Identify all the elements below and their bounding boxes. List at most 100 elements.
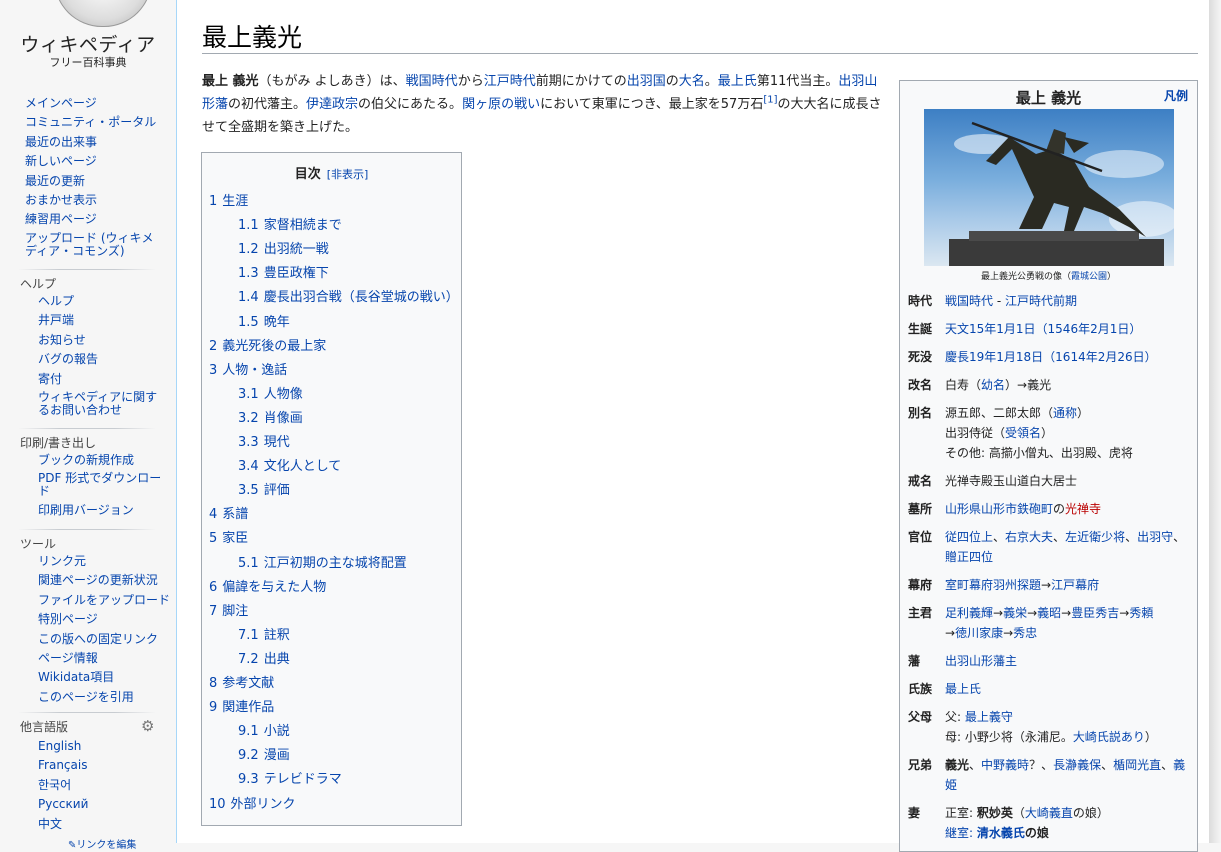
toc-item[interactable]: 1 生涯: [209, 190, 248, 209]
nav-tools: リンク元関連ページの更新状況 ファイルをアップロード 特別ページこの版への固定リンク…: [38, 552, 170, 707]
toc-item[interactable]: 5 家臣: [209, 527, 248, 546]
sidebar-help-item-2[interactable]: お知らせ: [38, 333, 86, 347]
sidebar-item-7[interactable]: アップロード (ウィキメディア・コモンズ): [25, 231, 154, 258]
statue-image[interactable]: [924, 109, 1174, 266]
toc-item[interactable]: 3.3 現代: [238, 431, 290, 450]
toc-item[interactable]: 8 参考文献: [209, 672, 274, 691]
row-lord: 主君 足利義輝→義栄→義昭→豊臣秀吉→秀頼 →徳川家康→秀忠: [908, 606, 1154, 640]
sidebar-print-item-0[interactable]: ブックの新規作成: [38, 453, 134, 467]
toc-title: 目次: [294, 167, 321, 182]
sidebar-help-item-1[interactable]: 井戸端: [38, 313, 74, 327]
link-mogami-clan[interactable]: 最上氏: [718, 74, 757, 89]
toc-item[interactable]: 3.4 文化人として: [238, 455, 341, 474]
gear-icon[interactable]: ⚙: [141, 717, 154, 735]
help-heading[interactable]: ヘルプ: [20, 275, 56, 292]
infobox: 最上 義光 凡例 最上義光公勇戦の像（霞城公園） 時代 戦国時代 - 江戸時代前…: [899, 80, 1198, 852]
toc-item[interactable]: 7.1 註釈: [238, 624, 290, 643]
toc-item[interactable]: 1.5 晩年: [238, 311, 290, 330]
sidebar-lang-item-1[interactable]: Français: [38, 758, 87, 772]
toc-item[interactable]: 7.2 出典: [238, 648, 290, 667]
nav-main: メインページコミュニティ・ポータル 最近の出来事 新しいページ 最近の更新おまかせ表示…: [25, 94, 165, 261]
sidebar-tools-item-5[interactable]: ページ情報: [38, 651, 98, 665]
sidebar-tools-item-2[interactable]: ファイルをアップロード: [38, 593, 170, 607]
sidebar-lang-item-3[interactable]: Русский: [38, 797, 88, 811]
infobox-name: 最上 義光: [1015, 89, 1082, 107]
nav-print: ブックの新規作成 PDF 形式でダウンロード印刷用バージョン: [38, 451, 162, 521]
row-alias: 別名 源五郎、二郎太郎（通称） 出羽侍従（受領名） その他: 高擶小僧丸、出羽殿、虎…: [908, 406, 1133, 460]
sidebar-help-item-3[interactable]: バグの報告: [38, 352, 98, 366]
toc-item[interactable]: 1.1 家督相続まで: [238, 214, 342, 233]
sidebar-help-item-5[interactable]: ウィキペディアに関するお問い合わせ: [38, 390, 157, 417]
toc-item[interactable]: 2 義光死後の最上家: [209, 335, 326, 354]
lang-heading: 他言語版: [20, 720, 69, 734]
link-date-masamune[interactable]: 伊達政宗: [306, 97, 358, 112]
sidebar-item-2[interactable]: 最近の出来事: [25, 135, 97, 149]
toc-item[interactable]: 9.1 小説: [238, 720, 290, 739]
table-of-contents: 目次 [非表示] 1 生涯 1.1 家督相続まで 1.2 出羽統一戦 1.3 豊臣政権下 1.4 慶…: [201, 152, 462, 826]
window-edge: [1209, 0, 1221, 843]
toc-item[interactable]: 4 系譜: [209, 503, 248, 522]
row-rank: 官位 従四位上、右京大夫、左近衛少将、出羽守、 贈正四位: [908, 530, 1186, 564]
legend-link[interactable]: 凡例: [1164, 87, 1188, 104]
wikipedia-logo[interactable]: ウィキペディア フリー百科事典: [18, 0, 158, 72]
link-dewa[interactable]: 出羽国: [627, 74, 666, 89]
sidebar-print-item-1[interactable]: PDF 形式でダウンロード: [38, 471, 161, 498]
sidebar-print-item-2[interactable]: 印刷用バージョン: [38, 503, 134, 517]
sidebar-tools-item-7[interactable]: このページを引用: [38, 690, 134, 704]
logo-title: ウィキペディア: [20, 34, 156, 56]
logo-subtitle: フリー百科事典: [49, 56, 127, 69]
link-sekigahara[interactable]: 関ヶ原の戦い: [462, 97, 540, 112]
nav-langs: English Français 한국어 Русский 中文: [38, 737, 162, 834]
toc-item[interactable]: 3.2 肖像画: [238, 407, 303, 426]
print-heading[interactable]: 印刷/書き出し: [20, 434, 96, 451]
sidebar-item-5[interactable]: おまかせ表示: [25, 193, 97, 207]
link-daimyo[interactable]: 大名: [679, 74, 705, 89]
toc-item[interactable]: 3.5 評価: [238, 479, 290, 498]
sidebar-item-1[interactable]: コミュニティ・ポータル: [25, 115, 156, 129]
nav-help: ヘルプ井戸端お知らせバグの報告寄付ウィキペディアに関するお問い合わせ: [38, 292, 162, 420]
row-wife: 妻 正室: 釈妙英（大崎義直の娘） 継室: 清水義氏の娘: [908, 806, 1109, 840]
ref-1[interactable]: [1]: [763, 95, 777, 106]
row-parents: 父母 父: 最上義守 母: 小野少将（永浦尼。大崎氏説あり）: [908, 710, 1157, 744]
sidebar-item-0[interactable]: メインページ: [25, 96, 97, 110]
toc-item[interactable]: 9 関連作品: [209, 696, 274, 715]
sidebar-tools-item-0[interactable]: リンク元: [38, 554, 86, 568]
toc-item[interactable]: 1.2 出羽統一戦: [238, 238, 329, 257]
toc-item[interactable]: 9.3 テレビドラマ: [238, 768, 342, 787]
toc-item[interactable]: 3 人物・逸話: [209, 359, 287, 378]
sidebar-help-item-4[interactable]: 寄付: [38, 372, 62, 386]
toc-item[interactable]: 6 偏諱を与えた人物: [209, 576, 326, 595]
toc-item[interactable]: 5.1 江戸初期の主な城将配置: [238, 552, 407, 571]
page-title: 最上義光: [202, 23, 303, 52]
horse-statue-icon: [949, 121, 1174, 266]
sidebar-lang-item-0[interactable]: English: [38, 739, 81, 753]
sidebar-item-4[interactable]: 最近の更新: [25, 174, 85, 188]
toc-item[interactable]: 7 脚注: [209, 600, 248, 619]
sidebar-item-6[interactable]: 練習用ページ: [25, 212, 97, 226]
toc-hide-toggle[interactable]: [非表示]: [327, 168, 369, 181]
sidebar-lang-item-2[interactable]: 한국어: [38, 778, 71, 792]
sidebar-tools-item-3[interactable]: 特別ページ: [38, 612, 98, 626]
link-edo[interactable]: 江戸時代: [484, 74, 536, 89]
content: 最上義光 最上 義光（もがみ よしあき）は、戦国時代から江戸時代前期にかけての出…: [176, 0, 1221, 852]
intro-paragraph: 最上 義光（もがみ よしあき）は、戦国時代から江戸時代前期にかけての出羽国の大名…: [202, 74, 882, 135]
globe-icon: [54, 0, 152, 27]
sidebar-tools-item-6[interactable]: Wikidata項目: [38, 670, 114, 684]
link-kajo-park[interactable]: 霞城公園: [1071, 272, 1107, 282]
toc-item[interactable]: 10 外部リンク: [209, 793, 296, 812]
sidebar-tools-item-1[interactable]: 関連ページの更新状況: [38, 573, 158, 587]
toc-item[interactable]: 1.4 慶長出羽合戦（長谷堂城の戦い）: [238, 286, 459, 305]
tools-heading[interactable]: ツール: [20, 535, 56, 552]
sidebar-tools-item-4[interactable]: この版への固定リンク: [38, 632, 158, 646]
sidebar: ウィキペディア フリー百科事典 メインページコミュニティ・ポータル 最近の出来事新…: [0, 0, 176, 851]
link-sengoku[interactable]: 戦国時代: [406, 74, 458, 89]
toc-item[interactable]: 3.1 人物像: [238, 383, 303, 402]
image-caption: 最上義光公勇戦の像（霞城公園）: [980, 272, 1117, 282]
sidebar-item-3[interactable]: 新しいページ: [25, 154, 97, 168]
toc-item[interactable]: 9.2 漫画: [238, 744, 290, 763]
row-siblings: 兄弟 義光、中野義時？、長瀞義保、楯岡光直、義姫: [908, 758, 1186, 792]
sidebar-help-item-0[interactable]: ヘルプ: [38, 294, 74, 308]
sidebar-lang-item-4[interactable]: 中文: [38, 817, 62, 831]
toc-item[interactable]: 1.3 豊臣政権下: [238, 262, 329, 281]
edit-links[interactable]: ✎リンクを編集: [68, 836, 136, 851]
